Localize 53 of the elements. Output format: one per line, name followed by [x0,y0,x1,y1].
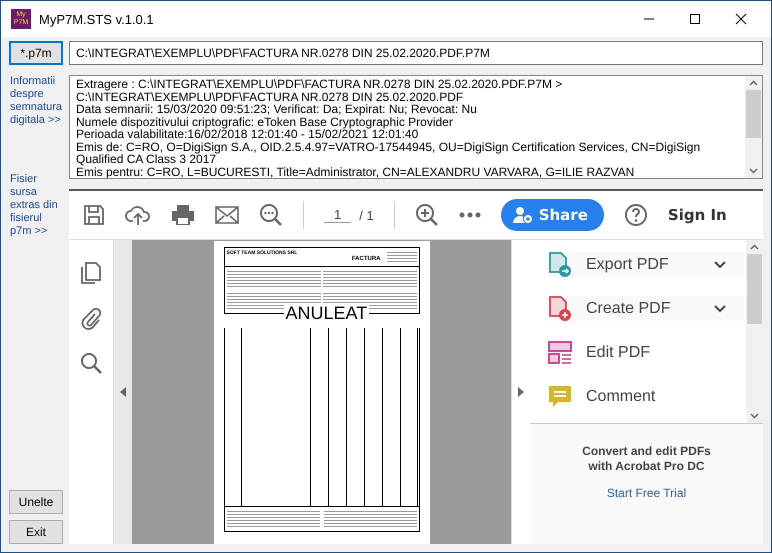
free-trial-link[interactable]: Start Free Trial [606,486,686,500]
zoom-in-icon[interactable] [414,203,439,227]
chevron-down-icon [714,305,726,313]
page-number-field[interactable]: 1 [324,207,352,223]
action-button[interactable]: Unelte [9,490,63,514]
pages-icon[interactable] [81,262,101,284]
action-button[interactable]: Exit [9,520,63,544]
source-file-link[interactable]: Fisier sursa extras din fisierul p7m >> [10,173,63,238]
tool-item[interactable]: Export PDF [548,252,746,278]
tool-item[interactable]: Create PDF [548,296,746,322]
help-icon[interactable] [624,203,648,227]
open-file-button[interactable]: *.p7m [9,41,63,65]
promo-text: Convert and edit PDFs with Acrobat Pro DC [581,444,712,474]
scrollbar[interactable] [745,76,762,178]
info-line: Numele dispozitivului criptografic: eToken Base Cryptographic Provider [76,116,454,128]
collapse-left-handle[interactable] [114,240,132,544]
scroll-up-icon[interactable] [749,80,758,86]
signature-info-link[interactable]: Informatii despre semnatura digitala >> [10,75,63,127]
save-icon[interactable] [83,204,105,226]
tool-item[interactable]: Comment [548,384,746,410]
search-icon[interactable] [80,352,102,374]
window-title: MyP7M.STS v.1.0.1 [39,12,155,26]
path-field[interactable]: C:\INTEGRAT\EXEMPLU\PDF\FACTURA NR.0278 DIN 25.02.2020.PDF.P7M [69,41,763,65]
cloud-upload-icon[interactable] [125,204,151,226]
text-lines-drawing [386,250,416,264]
edit-tool-icon [548,340,572,366]
paperclip-icon[interactable] [81,306,101,330]
chevron-down-icon [714,261,726,269]
export-tool-icon [548,252,572,278]
create-tool-icon [548,296,572,322]
comment-tool-icon [548,384,572,410]
scroll-down-icon[interactable] [749,168,758,174]
print-icon[interactable] [171,204,195,226]
info-line: Data semnarii: 15/03/2020 09:51:23; Verificat: Da; Expirat: Nu; Revocat: Nu [76,103,478,116]
scroll-up-icon[interactable] [750,244,759,250]
right-triangle-icon [518,387,524,397]
maximize-icon[interactable] [689,13,701,25]
page-total: / 1 [359,208,374,222]
info-line: Extragere : C:\INTEGRAT\EXEMPLU\PDF\FACTURA NR.0278 DIN 25.02.2020.PDF.P7M > C:\INTEGRAT\EXEMPLU\PDF\FACTURA NR.0278 DIN 25.02.2020.PDF [76,78,564,103]
info-line: Emis pentru: C=RO, L=BUCURESTI, Title=Administrator, CN=ALEXANDRU VARVARA, G=ILIE RAZVAN [76,166,636,178]
more-icon[interactable] [458,212,481,218]
search-icon[interactable] [259,203,283,227]
share-button[interactable]: Share [500,199,604,231]
left-triangle-icon [120,387,126,397]
info-line: Perioada valabilitate:16/02/2018 12:01:40 - 15/02/2021 12:01:40 [76,128,420,140]
scroll-down-icon[interactable] [750,413,759,419]
close-icon[interactable] [735,13,747,25]
tool-item[interactable]: Edit PDF [548,340,746,366]
mail-icon[interactable] [215,206,239,224]
add-person-icon [512,206,533,224]
sign-in-link[interactable]: Sign In [668,206,727,224]
scrollbar[interactable] [746,240,763,423]
info-line: Emis de: C=RO, O=DigiSign S.A., OID.2.5.4.97=VATRO-17544945, OU=DigiSign Certification Services, CN=DigiSign Qualified CA Class 3 2017 [76,140,702,166]
